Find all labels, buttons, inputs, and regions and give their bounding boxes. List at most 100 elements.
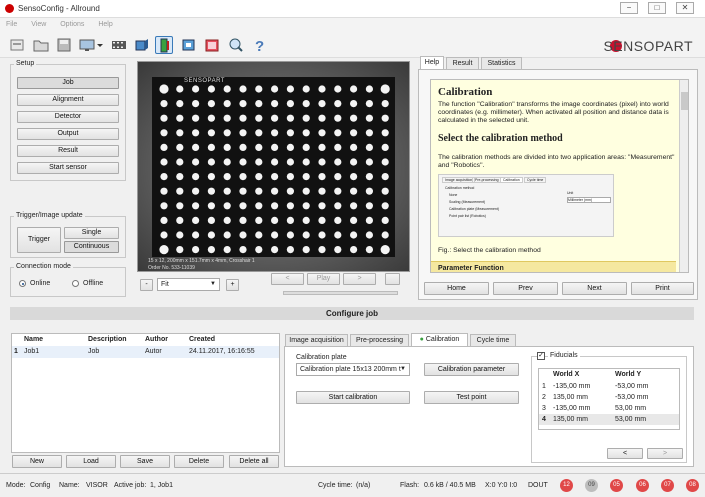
zoom-in-button[interactable]: + bbox=[226, 279, 239, 291]
table-row[interactable]: 3 -135,00 mm 53,00 mm bbox=[539, 403, 679, 414]
delete-job-button[interactable]: Delete bbox=[174, 455, 224, 468]
menu-options[interactable]: Options bbox=[54, 18, 90, 31]
save-job-button[interactable]: Save bbox=[120, 455, 170, 468]
help-icon[interactable]: ? bbox=[250, 36, 268, 55]
dropdown-icon[interactable] bbox=[96, 36, 104, 54]
load-job-button[interactable]: Load bbox=[66, 455, 116, 468]
start-sensor-button[interactable]: Start sensor bbox=[17, 162, 119, 174]
film-icon[interactable] bbox=[110, 36, 128, 54]
setup-output-button[interactable]: Output bbox=[17, 128, 119, 140]
save-icon[interactable] bbox=[55, 36, 73, 54]
calibration-dot bbox=[239, 231, 247, 239]
tab-calibration[interactable]: ● Calibration bbox=[411, 333, 468, 346]
calibration-dot bbox=[239, 114, 247, 122]
image-scrollbar[interactable] bbox=[283, 291, 398, 295]
camera-3d-icon[interactable] bbox=[133, 36, 151, 54]
online-radio[interactable] bbox=[19, 280, 26, 287]
single-button[interactable]: Single bbox=[64, 227, 119, 239]
calibration-dot bbox=[192, 85, 200, 93]
table-row[interactable]: 2 135,00 mm -53,00 mm bbox=[539, 392, 679, 403]
calibration-dot bbox=[160, 143, 168, 151]
calibration-dot bbox=[318, 129, 326, 137]
next-image-button[interactable]: > bbox=[343, 273, 376, 285]
monitor-icon[interactable] bbox=[78, 36, 96, 54]
calibration-dot bbox=[159, 84, 169, 94]
calibration-dot bbox=[365, 114, 373, 122]
setup-detector-button[interactable]: Detector bbox=[17, 111, 119, 123]
table-row[interactable]: 1 -135,00 mm -53,00 mm bbox=[539, 381, 679, 392]
start-calibration-button[interactable]: Start calibration bbox=[296, 391, 410, 404]
menu-view[interactable]: View bbox=[25, 18, 52, 31]
help-prev-button[interactable]: Prev bbox=[493, 282, 558, 295]
camera-image[interactable]: SENSOPART 15 x 12, 200mm x 151.7mm x 4mm… bbox=[137, 61, 410, 272]
calibration-dot bbox=[286, 246, 294, 254]
table-row[interactable]: 1 Job1 Job Autor 24.11.2017, 16:16:55 bbox=[12, 346, 279, 358]
help-scrollbar-thumb[interactable] bbox=[681, 92, 688, 110]
status-dout-label: DOUT bbox=[528, 482, 548, 489]
row-index: 2 bbox=[542, 394, 546, 401]
calibration-dot bbox=[350, 246, 358, 254]
calibration-dot bbox=[381, 129, 389, 137]
menu-bar: File View Options Help bbox=[0, 18, 705, 32]
tab-help[interactable]: Help bbox=[420, 56, 444, 69]
help-print-button[interactable]: Print bbox=[631, 282, 694, 295]
io-indicator: 09 bbox=[585, 479, 598, 492]
calibration-dot bbox=[350, 231, 358, 239]
plate-select[interactable]: Calibration plate 15x13 200mm t ▼ bbox=[296, 363, 410, 376]
calibration-dot bbox=[271, 187, 279, 195]
calibration-dot bbox=[223, 216, 231, 224]
tab-image-acquisition[interactable]: Image acquisition bbox=[285, 334, 348, 346]
calibration-dot bbox=[271, 100, 279, 108]
calibration-parameter-button[interactable]: Calibration parameter bbox=[424, 363, 519, 376]
fiducials-prev-button[interactable]: < bbox=[607, 448, 643, 459]
status-bar: Mode: Config Name: VISOR Active job: 1, … bbox=[0, 473, 705, 497]
calibration-dot bbox=[160, 173, 168, 181]
calibration-dot bbox=[318, 216, 326, 224]
chart-icon[interactable] bbox=[203, 36, 221, 54]
trigger-button[interactable]: Trigger bbox=[17, 227, 61, 253]
play-button[interactable]: Play bbox=[307, 273, 340, 285]
calibration-dot bbox=[350, 202, 358, 210]
calibration-dot bbox=[239, 216, 247, 224]
window-title: SensoConfig - Allround bbox=[18, 4, 100, 13]
prev-image-button[interactable]: < bbox=[271, 273, 304, 285]
help-next-button[interactable]: Next bbox=[562, 282, 627, 295]
settings-icon[interactable] bbox=[180, 36, 198, 54]
menu-file[interactable]: File bbox=[0, 18, 23, 31]
calibration-dot bbox=[350, 129, 358, 137]
tab-result[interactable]: Result bbox=[446, 57, 479, 69]
sensor-active-icon[interactable] bbox=[155, 36, 173, 54]
open-icon[interactable] bbox=[8, 36, 26, 54]
calibration-dot bbox=[207, 114, 215, 122]
menu-help[interactable]: Help bbox=[92, 18, 118, 31]
io-indicator: 07 bbox=[661, 479, 674, 492]
continuous-button[interactable]: Continuous bbox=[64, 241, 119, 253]
calibration-dot bbox=[239, 85, 247, 93]
help-home-button[interactable]: Home bbox=[424, 282, 489, 295]
delete-all-button[interactable]: Delete all bbox=[229, 455, 279, 468]
folder-icon[interactable] bbox=[32, 36, 50, 54]
maximize-button[interactable]: □ bbox=[648, 2, 666, 14]
close-button[interactable]: ✕ bbox=[676, 2, 694, 14]
setup-result-button[interactable]: Result bbox=[17, 145, 119, 157]
setup-alignment-button[interactable]: Alignment bbox=[17, 94, 119, 106]
image-option-button[interactable] bbox=[385, 273, 400, 285]
row-description: Job bbox=[88, 348, 100, 355]
minimize-button[interactable]: − bbox=[620, 2, 638, 14]
zoom-select[interactable]: Fit ▼ bbox=[157, 278, 220, 291]
setup-job-button[interactable]: Job bbox=[17, 77, 119, 89]
tab-pre-processing[interactable]: Pre-processing bbox=[350, 334, 409, 346]
zoom-out-button[interactable]: - bbox=[140, 279, 153, 291]
fiducials-checkbox[interactable]: ✓ bbox=[537, 352, 545, 360]
status-coords: X:0 Y:0 I:0 bbox=[485, 482, 518, 489]
table-row[interactable]: 4 135,00 mm 53,00 mm bbox=[539, 414, 679, 425]
tab-cycle-time[interactable]: Cycle time bbox=[470, 334, 516, 346]
tab-statistics[interactable]: Statistics bbox=[481, 57, 522, 69]
offline-radio[interactable] bbox=[72, 280, 79, 287]
calibration-dot bbox=[350, 114, 358, 122]
search-icon[interactable] bbox=[227, 36, 245, 54]
fiducials-next-button[interactable]: > bbox=[647, 448, 683, 459]
test-point-button[interactable]: Test point bbox=[424, 391, 519, 404]
help-scrollbar[interactable] bbox=[679, 80, 688, 272]
new-job-button[interactable]: New bbox=[12, 455, 62, 468]
